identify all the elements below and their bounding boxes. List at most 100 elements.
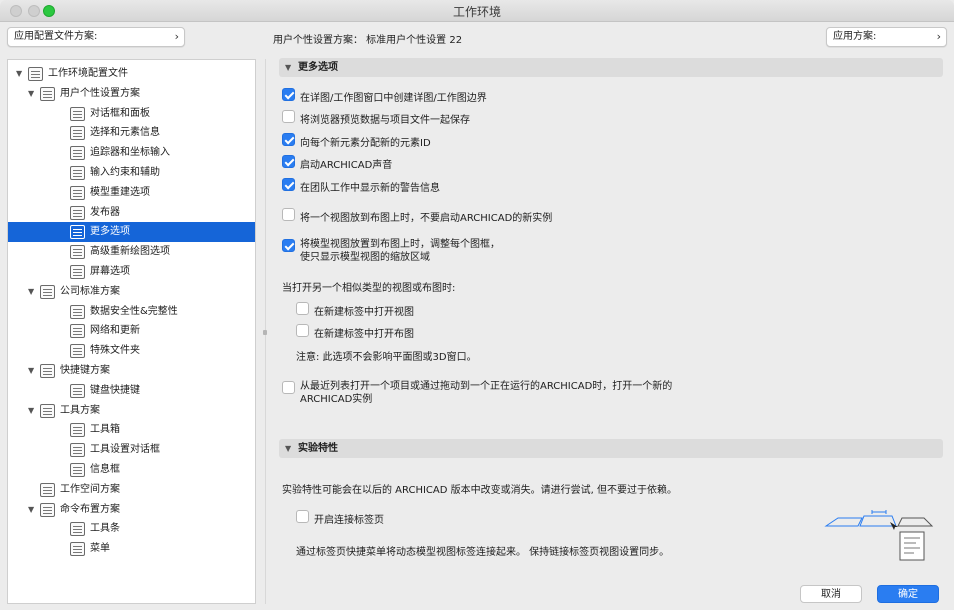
section-title: 实验特性 xyxy=(298,443,338,454)
tree-item[interactable]: 发布器 xyxy=(8,203,255,223)
tree-item[interactable]: 数据安全性&完整性 xyxy=(8,302,255,322)
dialog-icon xyxy=(70,106,85,121)
user-scheme-label: 用户个性设置方案： 标准用户个性设置 22 xyxy=(273,35,463,46)
disclosure-triangle-icon: ▼ xyxy=(285,444,292,453)
checkbox[interactable] xyxy=(282,155,295,168)
disclosure-triangle-icon[interactable]: ▼ xyxy=(28,84,34,104)
disclosure-triangle-icon[interactable]: ▼ xyxy=(28,282,34,302)
tree-item[interactable]: ▼ 工作环境配置文件 xyxy=(8,64,255,84)
option-label: 将模型视图放置到布图上时，调整每个图框， 使只显示模型视图的缩放区域 xyxy=(300,238,680,264)
tree-item[interactable]: ▼ 快捷键方案 xyxy=(8,361,255,381)
tree-item-label: 模型重建选项 xyxy=(90,186,150,198)
tree-item[interactable]: ▼ 用户个性设置方案 xyxy=(8,84,255,104)
section-title: 更多选项 xyxy=(298,62,338,73)
chevron-right-icon: › xyxy=(174,30,179,43)
checkbox[interactable] xyxy=(296,324,309,337)
checkbox[interactable] xyxy=(282,178,295,191)
work-environment-window: 工作环境 应用配置文件方案: › 用户个性设置方案： 标准用户个性设置 22 应… xyxy=(0,0,954,610)
tree-item[interactable]: 选择和元素信息 xyxy=(8,123,255,143)
tree-item[interactable]: ▼ 公司标准方案 xyxy=(8,282,255,302)
model-icon xyxy=(70,185,85,200)
workspace-icon xyxy=(40,482,55,497)
tree-item-label: 追踪器和坐标输入 xyxy=(90,147,170,159)
chevron-right-icon: › xyxy=(936,30,941,43)
checkbox[interactable] xyxy=(296,302,309,315)
settings-content: ▼ 更多选项 在详图/工作图窗口中创建详图/工作图边界 将浏览器预览数据与项目文… xyxy=(270,54,954,582)
disclosure-triangle-icon[interactable]: ▼ xyxy=(16,64,22,84)
tree-item-label: 公司标准方案 xyxy=(60,285,120,297)
checkbox[interactable] xyxy=(282,110,295,123)
linked-tabs-illustration-icon xyxy=(824,510,934,561)
tree-item[interactable]: 更多选项 xyxy=(8,222,255,243)
tree-item-label: 信息框 xyxy=(90,464,120,475)
screen-icon xyxy=(70,265,85,279)
disclosure-triangle-icon[interactable]: ▼ xyxy=(28,401,34,421)
checkbox[interactable] xyxy=(282,133,295,146)
option-label: 在新建标签中打开视图 xyxy=(314,307,414,318)
tree-item[interactable]: 网络和更新 xyxy=(8,321,255,341)
splitter-handle[interactable] xyxy=(263,330,267,335)
more-options-icon xyxy=(70,225,85,240)
tree-item[interactable]: 菜单 xyxy=(8,539,255,559)
more-options-header[interactable]: ▼ 更多选项 xyxy=(279,58,943,77)
ok-button[interactable]: 确定 xyxy=(877,585,939,603)
option-label: 向每个新元素分配新的元素ID xyxy=(300,138,431,149)
option-label: 在新建标签中打开布图 xyxy=(314,329,414,340)
tree-item[interactable]: 输入约束和辅助 xyxy=(8,163,255,183)
tree-item-label: 数据安全性&完整性 xyxy=(90,305,178,317)
apply-scheme-select[interactable]: 应用方案: › xyxy=(826,27,947,47)
tree-item-label: 工作环境配置文件 xyxy=(48,68,128,79)
disclosure-triangle-icon[interactable]: ▼ xyxy=(28,361,34,381)
apply-profile-select[interactable]: 应用配置文件方案: › xyxy=(7,27,185,47)
tree-item[interactable]: 工具设置对话框 xyxy=(8,440,255,460)
publisher-icon xyxy=(70,205,85,220)
checkbox[interactable] xyxy=(296,510,309,523)
user-prefs-icon xyxy=(40,86,55,101)
tree-item-label: 输入约束和辅助 xyxy=(90,167,160,178)
data-safety-icon xyxy=(70,304,85,319)
option-label: 开启连接标签页 xyxy=(314,515,384,526)
tree-item-label: 特殊文件夹 xyxy=(90,345,140,357)
tree-item[interactable]: 对话框和面板 xyxy=(8,104,255,124)
tree-item[interactable]: 屏幕选项 xyxy=(8,262,255,282)
tree-item[interactable]: 高级重新绘图选项 xyxy=(8,242,255,262)
checkbox[interactable] xyxy=(282,208,295,221)
tree-item-label: 选择和元素信息 xyxy=(90,127,160,139)
tree-item[interactable]: 键盘快捷键 xyxy=(8,381,255,401)
monitor-icon xyxy=(28,67,43,81)
tree-item[interactable]: 模型重建选项 xyxy=(8,183,255,203)
apply-profile-label: 应用配置文件方案: xyxy=(14,31,98,42)
tree-item[interactable]: 工具条 xyxy=(8,519,255,539)
tree-item-label: 工具条 xyxy=(90,523,120,535)
tree-item[interactable]: 信息框 xyxy=(8,460,255,480)
tree-item[interactable]: ▼ 工具方案 xyxy=(8,401,255,421)
window-title: 工作环境 xyxy=(452,5,501,19)
tree-item[interactable]: ▼ 命令布置方案 xyxy=(8,500,255,520)
open-similar-label: 当打开另一个相似类型的视图或布图时: xyxy=(282,283,456,294)
command-icon xyxy=(40,502,55,517)
tree-item[interactable]: 工具箱 xyxy=(8,420,255,440)
tree-item-label: 网络和更新 xyxy=(90,325,140,337)
tree-item[interactable]: 追踪器和坐标输入 xyxy=(8,143,255,163)
toolbox-icon xyxy=(70,423,85,438)
checkbox[interactable] xyxy=(282,381,295,394)
tree-item[interactable]: 工作空间方案 xyxy=(8,480,255,500)
tree-item-label: 工作空间方案 xyxy=(60,483,120,495)
tree-item-label: 工具设置对话框 xyxy=(90,444,160,456)
tree-item-label: 菜单 xyxy=(90,543,110,555)
checkbox[interactable] xyxy=(282,239,295,252)
keyboard-icon xyxy=(70,383,85,398)
xyz-tracker-icon xyxy=(70,146,85,161)
title-bar: 工作环境 xyxy=(0,0,954,22)
tree-item-label: 键盘快捷键 xyxy=(90,384,140,396)
cancel-button[interactable]: 取消 xyxy=(800,585,862,603)
tree-item[interactable]: 特殊文件夹 xyxy=(8,341,255,361)
shortcut-icon xyxy=(40,364,55,378)
checkbox[interactable] xyxy=(282,88,295,101)
option-label-line1: 从最近列表打开一个项目或通过拖动到一个正在运行的ARCHICAD时，打开一个新的 xyxy=(300,381,673,392)
option-label: 在详图/工作图窗口中创建详图/工作图边界 xyxy=(300,93,487,104)
tree-item-label: 发布器 xyxy=(90,206,120,218)
option-open-new-instance[interactable]: 从最近列表打开一个项目或通过拖动到一个正在运行的ARCHICAD时，打开一个新的… xyxy=(282,380,802,408)
experimental-header[interactable]: ▼ 实验特性 xyxy=(279,439,943,458)
disclosure-triangle-icon[interactable]: ▼ xyxy=(28,500,34,520)
